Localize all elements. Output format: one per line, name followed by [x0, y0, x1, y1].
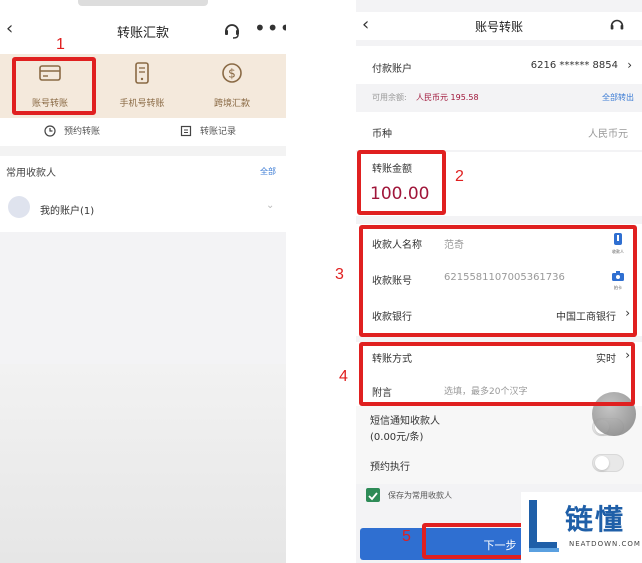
watermark-logo: 链懂 NEATDOWN.COM — [521, 492, 642, 563]
clock-icon — [44, 124, 56, 137]
page-title: 转账汇款 — [116, 26, 169, 41]
my-account-label: 我的账户(1) — [40, 206, 95, 217]
transfer-all-link[interactable]: 全部转出 — [602, 92, 634, 103]
sub-action-label: 预约转账 — [64, 127, 101, 137]
chevron-down-icon: ⌄ — [266, 200, 275, 211]
annotation-number: 5 — [402, 528, 411, 545]
contacts-heading: 常用收款人 — [6, 168, 56, 179]
annotation-number: 3 — [335, 266, 344, 283]
highlight-box-4 — [359, 342, 635, 406]
headset-icon[interactable] — [222, 20, 242, 40]
payer-row[interactable]: 付款账户 6216 ****** 8854 › — [356, 46, 642, 84]
sub-action-label: 转账记录 — [200, 127, 237, 137]
page-title: 账号转账 — [474, 20, 523, 34]
quick-action-label: 手机号转账 — [119, 99, 165, 109]
quick-cross-border[interactable]: $ 跨境汇款 — [192, 60, 272, 109]
left-header: ‹ 转账汇款 ••• — [0, 16, 286, 46]
right-header: ‹ 账号转账 — [356, 12, 642, 40]
divider — [0, 146, 286, 156]
highlight-box-2 — [357, 150, 446, 215]
balance-value: 人民币元 195.58 — [416, 93, 479, 102]
more-icon[interactable]: ••• — [254, 16, 286, 40]
avatar — [8, 196, 30, 218]
save-payee-label: 保存为常用收款人 — [388, 491, 452, 500]
balance-label: 可用余额: — [372, 93, 407, 102]
annotation-number: 4 — [339, 368, 348, 385]
scheduled-toggle[interactable] — [592, 454, 624, 472]
record-icon — [180, 125, 192, 136]
scheduled-label: 预约执行 — [370, 462, 410, 473]
dollar-coin-icon: $ — [222, 63, 242, 83]
highlight-box-1 — [12, 57, 96, 115]
currency-label: 币种 — [372, 129, 392, 140]
chevron-right-icon: › — [627, 58, 632, 72]
highlight-box-3 — [359, 225, 637, 337]
annotation-number: 1 — [56, 36, 65, 53]
sub-actions: 预约转账 转账记录 — [0, 120, 286, 144]
payer-label: 付款账户 — [372, 64, 412, 75]
annotation-number: 2 — [455, 168, 464, 185]
quick-action-label: 跨境汇款 — [213, 99, 250, 109]
quick-phone-transfer[interactable]: 手机号转账 — [102, 60, 182, 109]
empty-area-lower — [0, 364, 286, 563]
svg-text:$: $ — [228, 67, 236, 81]
currency-row: 币种 人民币元 — [356, 112, 642, 150]
headset-icon[interactable] — [608, 16, 626, 34]
watermark-url: NEATDOWN.COM — [569, 540, 641, 548]
sms-fee: (0.00元/条) — [370, 432, 424, 443]
my-account-row[interactable]: 我的账户(1) ⌄ — [0, 192, 286, 226]
scheduled-transfer-link[interactable]: 预约转账 — [44, 124, 100, 137]
status-bar — [0, 0, 286, 6]
currency-value: 人民币元 — [588, 129, 628, 140]
watermark-text: 链懂 — [565, 503, 626, 536]
contacts-all-link[interactable]: 全部 — [260, 166, 276, 177]
save-payee-checkbox[interactable] — [366, 488, 380, 502]
empty-area — [0, 232, 286, 364]
phone-icon — [135, 62, 149, 84]
logo-mark-icon — [529, 500, 559, 552]
transfer-records-link[interactable]: 转账记录 — [180, 124, 236, 137]
highlight-box-5 — [422, 523, 532, 559]
payer-account: 6216 ****** 8854 — [530, 60, 618, 71]
sms-label: 短信通知收款人 — [370, 416, 440, 427]
